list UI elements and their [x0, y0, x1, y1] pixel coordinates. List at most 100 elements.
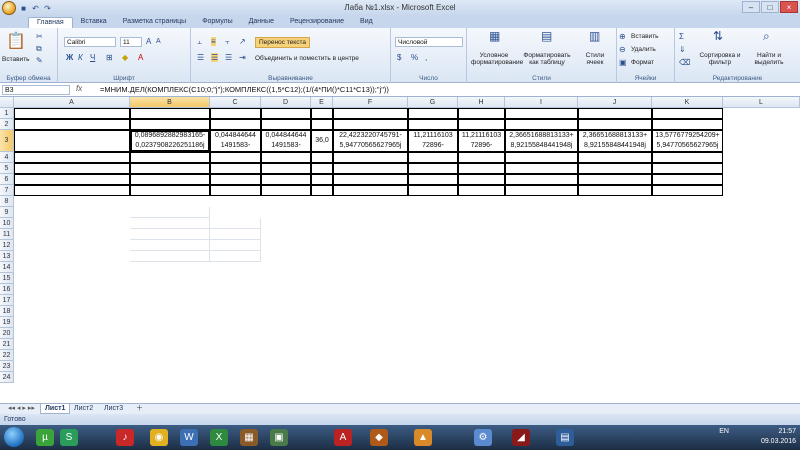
cell-complex-value[interactable]: 11,21116103 72896-: [408, 130, 458, 152]
tab-2[interactable]: Разметка страницы: [115, 17, 195, 28]
cell-header[interactable]: [130, 108, 210, 119]
row-header-12[interactable]: 12: [0, 240, 14, 251]
row-header-19[interactable]: 19: [0, 317, 14, 328]
row-label[interactable]: [14, 130, 130, 152]
delete-cells-icon[interactable]: ⊖: [619, 45, 626, 54]
tab-4[interactable]: Данные: [241, 17, 282, 28]
row-header-8[interactable]: 8: [0, 196, 14, 207]
merge-center-button[interactable]: Объединить и поместить в центре: [255, 55, 359, 62]
cell-complex-value[interactable]: 22,4223220745791- 5,94770565627965j: [333, 130, 408, 152]
cell-value[interactable]: [130, 174, 210, 185]
insert-cells-button[interactable]: Вставить: [631, 33, 659, 40]
currency-icon[interactable]: $: [397, 53, 401, 62]
given-label[interactable]: [130, 207, 210, 218]
cell-value[interactable]: [210, 152, 261, 163]
formula-input[interactable]: =МНИМ.ДЕЛ(КОМПЛЕКС(C10;0;"j");КОМПЛЕКС((…: [100, 85, 389, 94]
cell-complex-value[interactable]: 2,36651688813133+ 8,92155848441948j: [505, 130, 578, 152]
sheet-tab-2[interactable]: Лист2: [70, 404, 97, 414]
align-bottom-icon[interactable]: ⫟: [225, 37, 230, 46]
row-header-20[interactable]: 20: [0, 328, 14, 339]
app-icon[interactable]: ◢: [512, 429, 530, 446]
cell-value[interactable]: [130, 163, 210, 174]
app2-icon[interactable]: ▤: [556, 429, 574, 446]
given-value[interactable]: [210, 240, 261, 251]
row-header-10[interactable]: 10: [0, 218, 14, 229]
cell-value[interactable]: [578, 152, 652, 163]
row-header-18[interactable]: 18: [0, 306, 14, 317]
cell-value[interactable]: [408, 163, 458, 174]
cell-value[interactable]: [210, 185, 261, 196]
cell-header[interactable]: [408, 108, 458, 119]
row-header-14[interactable]: 14: [0, 262, 14, 273]
row-label[interactable]: [14, 174, 130, 185]
cell-header[interactable]: [458, 108, 505, 119]
column-header-C[interactable]: C: [210, 97, 261, 108]
cell-value[interactable]: [458, 163, 505, 174]
bold-icon[interactable]: Ж: [66, 53, 73, 62]
cell-value[interactable]: [578, 119, 652, 130]
copy-icon[interactable]: ⧉: [36, 44, 42, 53]
cell-complex-value[interactable]: 13,5776779254209+ 5,94770565627965j: [652, 130, 723, 152]
game-icon[interactable]: ◆: [370, 429, 388, 446]
percent-icon[interactable]: %: [411, 53, 418, 62]
cell-styles-button[interactable]: Стили ячеек: [577, 52, 613, 66]
sheet-nav-icon[interactable]: ◂◂ ◂ ▸ ▸▸: [4, 404, 39, 414]
cell-complex-value[interactable]: 11,21116103 72896-: [458, 130, 505, 152]
fx-icon[interactable]: fx: [76, 84, 82, 93]
cell-value[interactable]: [333, 119, 408, 130]
cell-value[interactable]: [458, 174, 505, 185]
cell-complex-value[interactable]: 36,0: [311, 130, 333, 152]
fill-color-icon[interactable]: ◆: [122, 53, 128, 62]
cell-value[interactable]: [261, 119, 311, 130]
comma-style-icon[interactable]: ,: [425, 53, 427, 62]
column-header-H[interactable]: H: [458, 97, 505, 108]
cell-value[interactable]: [261, 174, 311, 185]
tab-0[interactable]: Главная: [28, 17, 73, 28]
cell-value[interactable]: [261, 152, 311, 163]
start-button[interactable]: [4, 427, 24, 447]
shrink-font-icon[interactable]: A: [156, 37, 161, 46]
cell-value[interactable]: [333, 152, 408, 163]
tab-5[interactable]: Рецензирование: [282, 17, 352, 28]
cell-complex-value[interactable]: 0,0896892882983165- 0,0237908226251186j: [130, 130, 210, 152]
column-header-K[interactable]: K: [652, 97, 723, 108]
cell-value[interactable]: [505, 163, 578, 174]
sort-filter-icon[interactable]: ⇅: [713, 30, 723, 42]
folder-icon[interactable]: ▣: [270, 429, 288, 446]
photo-icon[interactable]: ▲: [414, 429, 432, 446]
cell-value[interactable]: [505, 119, 578, 130]
align-left-icon[interactable]: ☰: [197, 53, 204, 62]
column-header-L[interactable]: L: [723, 97, 800, 108]
cell-value[interactable]: [311, 119, 333, 130]
column-header-E[interactable]: E: [311, 97, 333, 108]
cell-value[interactable]: [261, 163, 311, 174]
column-header-I[interactable]: I: [505, 97, 578, 108]
find-select-icon[interactable]: ⌕: [763, 30, 770, 42]
sort-filter-button[interactable]: Сортировка и фильтр: [697, 52, 743, 66]
column-header-A[interactable]: A: [14, 97, 130, 108]
row-header-24[interactable]: 24: [0, 372, 14, 383]
minimize-button[interactable]: –: [742, 1, 760, 13]
format-cells-icon[interactable]: ▣: [619, 58, 627, 67]
cell-complex-value[interactable]: 2,36651688813133+ 8,92155848441948j: [578, 130, 652, 152]
cell-header[interactable]: [333, 108, 408, 119]
tab-6[interactable]: Вид: [352, 17, 381, 28]
sheet-tab-3[interactable]: Лист3: [100, 404, 127, 414]
row-header-15[interactable]: 15: [0, 273, 14, 284]
worksheet-grid[interactable]: A B C D E F G H I J K L 1 2 3 4 5 6 7 8 9 10 11 12 13 14 15 16 17 18 1…: [0, 97, 800, 403]
align-right-icon[interactable]: ☰: [225, 53, 232, 62]
sheet-tab-1[interactable]: Лист1: [40, 404, 71, 414]
cell-value[interactable]: [130, 152, 210, 163]
acrobat-icon[interactable]: A: [334, 429, 352, 446]
wrap-text-button[interactable]: Перенос текста: [255, 37, 310, 48]
align-top-icon[interactable]: ⫠: [197, 37, 202, 46]
cell-value[interactable]: [311, 163, 333, 174]
given-label[interactable]: [130, 251, 210, 262]
given-value[interactable]: [210, 251, 261, 262]
paste-icon[interactable]: 📋: [6, 32, 26, 52]
cell-complex-value[interactable]: 0,044844644 1491583-: [261, 130, 311, 152]
row-header-6[interactable]: 6: [0, 174, 14, 185]
orientation-icon[interactable]: ↗: [239, 37, 246, 46]
row-header-2[interactable]: 2: [0, 119, 14, 130]
grow-font-icon[interactable]: A: [146, 37, 151, 46]
